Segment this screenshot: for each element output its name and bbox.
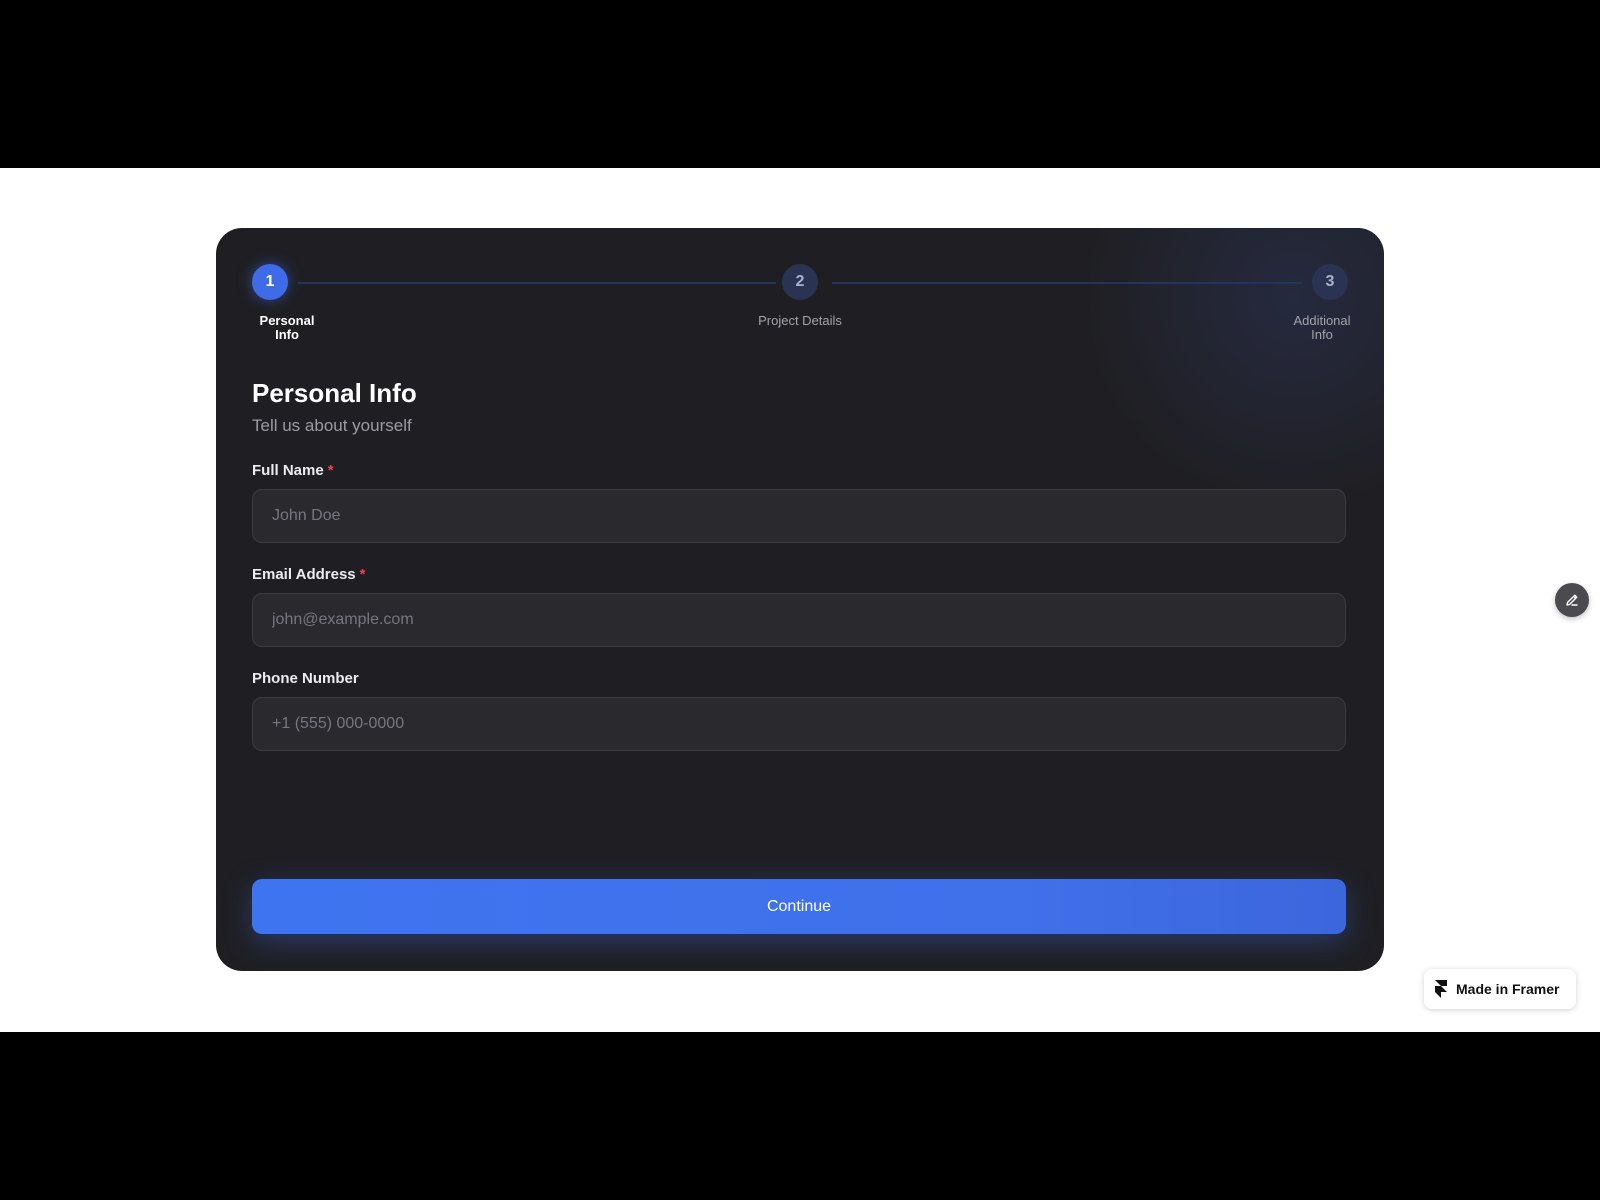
continue-button[interactable]: Continue xyxy=(252,879,1346,934)
step-connector-1 xyxy=(298,282,776,284)
step-2-label-line1: Project Details xyxy=(758,313,842,328)
step-3-label-line2: Info xyxy=(1311,327,1333,342)
step-2-label: Project Details xyxy=(730,314,870,328)
step-3-indicator[interactable]: 3 xyxy=(1312,264,1348,300)
pencil-icon xyxy=(1566,594,1578,606)
full-name-input[interactable] xyxy=(252,489,1346,543)
step-1-indicator[interactable]: 1 xyxy=(252,264,288,300)
stepper: 1 Personal Info 2 Project Details 3 Addi… xyxy=(252,264,1351,354)
required-marker: * xyxy=(327,462,334,479)
full-name-label: Full Name * xyxy=(252,462,334,479)
framer-badge-label: Made in Framer xyxy=(1456,981,1560,997)
phone-label: Phone Number xyxy=(252,670,359,687)
step-3-label-line1: Additional xyxy=(1293,313,1351,328)
required-marker: * xyxy=(359,566,366,583)
step-2-indicator[interactable]: 2 xyxy=(782,264,818,300)
form-subtitle: Tell us about yourself xyxy=(252,416,412,435)
full-name-label-text: Full Name xyxy=(252,462,324,479)
form-title: Personal Info xyxy=(252,378,417,408)
phone-input[interactable] xyxy=(252,697,1346,751)
phone-label-text: Phone Number xyxy=(252,670,359,687)
edit-button[interactable] xyxy=(1555,583,1589,617)
step-connector-2 xyxy=(832,282,1302,284)
step-1-label-line1: Personal xyxy=(259,313,315,328)
email-label: Email Address * xyxy=(252,566,366,583)
email-input[interactable] xyxy=(252,593,1346,647)
step-1-label: Personal Info xyxy=(252,314,322,342)
form-card: 1 Personal Info 2 Project Details 3 Addi… xyxy=(216,228,1384,971)
made-in-framer-badge[interactable]: Made in Framer xyxy=(1424,969,1576,1009)
step-3-label: Additional Info xyxy=(1282,314,1362,342)
framer-logo-icon xyxy=(1435,980,1447,998)
page-viewport: 1 Personal Info 2 Project Details 3 Addi… xyxy=(0,168,1600,1032)
step-1-label-line2: Info xyxy=(275,327,299,342)
email-label-text: Email Address xyxy=(252,566,356,583)
